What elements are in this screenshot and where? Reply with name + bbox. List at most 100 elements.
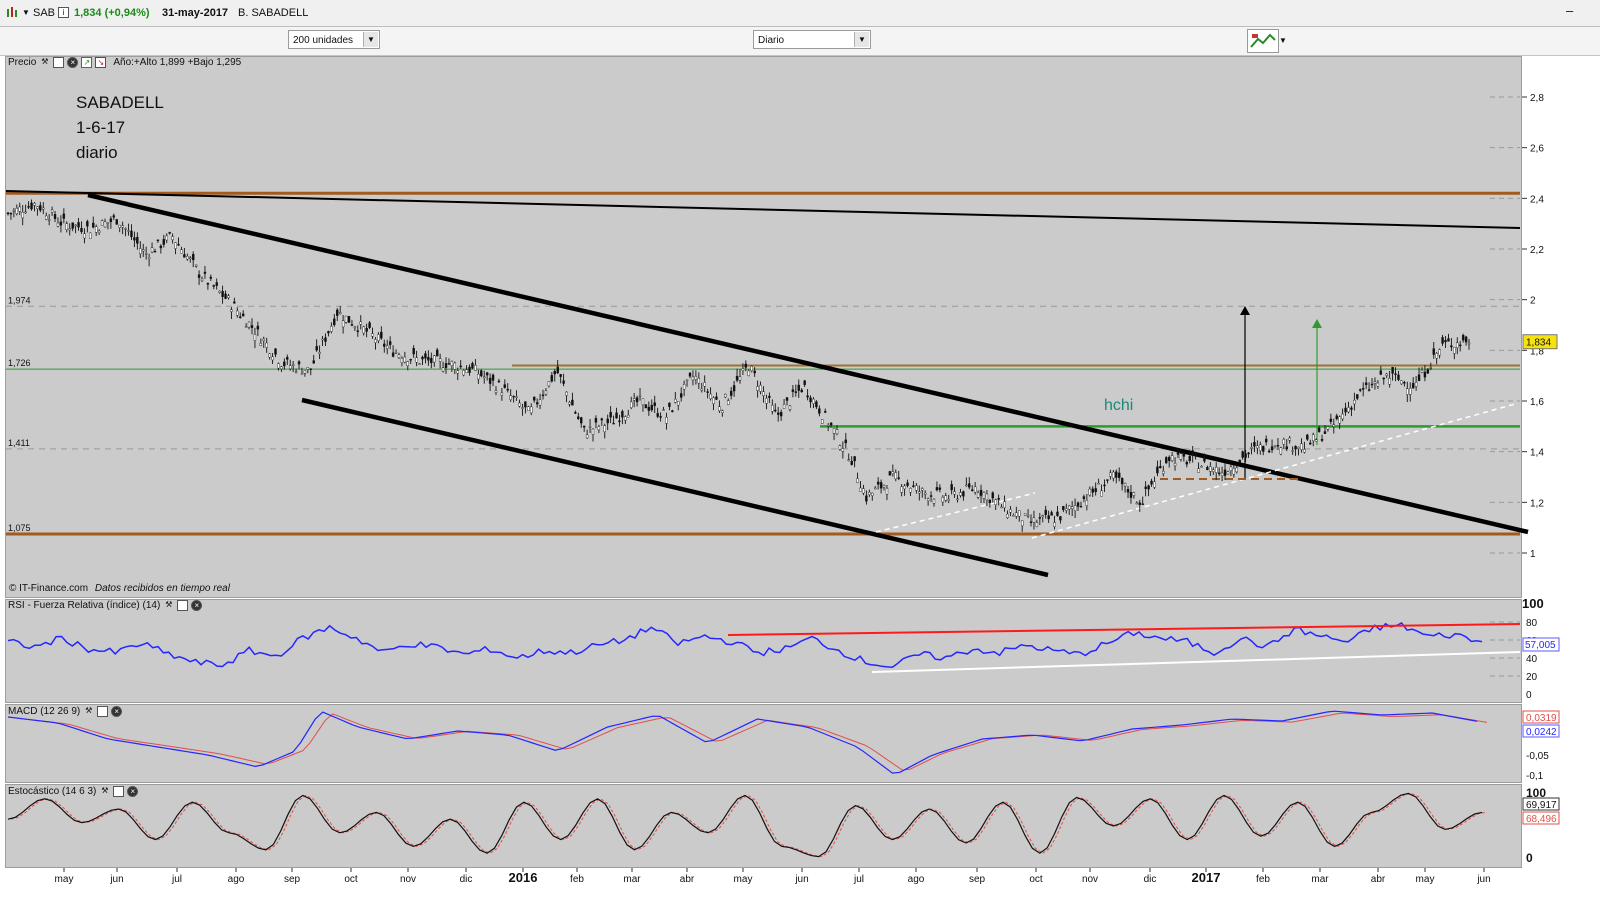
candle [227, 295, 230, 299]
candle [303, 370, 307, 374]
candle [221, 291, 224, 297]
candle [433, 355, 436, 363]
candle [1144, 486, 1147, 489]
candle [603, 425, 606, 433]
candle [1438, 349, 1441, 356]
candle [1053, 522, 1056, 527]
candle [1303, 449, 1306, 453]
candle [882, 485, 886, 488]
candle [506, 388, 509, 391]
candle [909, 488, 912, 493]
candle [1200, 465, 1203, 468]
candle [1217, 472, 1221, 475]
candle [409, 359, 412, 361]
x-tick-label: dic [460, 874, 473, 885]
candle [1026, 514, 1030, 517]
candle [1347, 407, 1350, 413]
candle [1194, 453, 1197, 457]
candle [394, 351, 398, 354]
candle [803, 380, 806, 385]
candle [821, 419, 824, 424]
candle [180, 249, 183, 254]
candle [444, 363, 448, 368]
candle [1273, 445, 1277, 448]
candle [280, 366, 283, 370]
candle [1329, 418, 1333, 422]
candle [509, 395, 512, 400]
candle [1020, 520, 1024, 527]
candle [1182, 453, 1186, 457]
candle [1065, 508, 1068, 511]
candle [215, 282, 218, 286]
candle [956, 498, 959, 501]
candle [900, 486, 903, 493]
candle [674, 398, 677, 403]
candle [856, 478, 859, 483]
candle [1279, 447, 1283, 455]
candle [241, 313, 245, 317]
candle [1423, 371, 1427, 378]
x-tick-label: mar [623, 874, 641, 885]
candle [894, 472, 897, 480]
candle [1461, 335, 1465, 341]
candle [915, 485, 918, 491]
candle [1141, 503, 1144, 505]
candle [247, 321, 251, 328]
candle [1117, 472, 1121, 478]
candle [1212, 469, 1215, 472]
candle [732, 385, 736, 392]
candle [350, 324, 354, 326]
candle [118, 224, 121, 228]
y-tick-label: 2 [1530, 296, 1536, 307]
candle [815, 401, 818, 408]
candle [86, 221, 89, 227]
candle [15, 208, 19, 214]
macd-tick-label: -0,1 [1526, 771, 1544, 782]
candle [1223, 469, 1227, 476]
candle [1426, 369, 1430, 374]
candle [1173, 463, 1177, 467]
y-tick-label: 2,2 [1530, 245, 1544, 256]
candle [1018, 510, 1021, 517]
candle [518, 402, 521, 407]
candle [83, 233, 86, 239]
candle [474, 365, 477, 371]
candle [1047, 515, 1050, 520]
candle [706, 391, 709, 393]
candle [47, 219, 51, 221]
candle [1323, 431, 1327, 434]
y-tick-label: 1,2 [1530, 498, 1544, 509]
candle [1100, 490, 1103, 497]
candle [485, 372, 489, 376]
candle [491, 374, 495, 381]
candle [1247, 452, 1250, 455]
candle [662, 409, 665, 411]
candle [218, 290, 221, 293]
candle [150, 247, 154, 253]
candle [18, 206, 21, 212]
candle [515, 396, 518, 398]
candle [1041, 515, 1044, 518]
candle [744, 363, 748, 368]
candle [471, 363, 474, 369]
candle [824, 411, 827, 413]
candle [774, 409, 777, 412]
candle [1241, 451, 1244, 458]
candle [594, 418, 598, 423]
candle [844, 439, 848, 444]
y-tick-label: 1,4 [1530, 448, 1544, 459]
candle [136, 236, 139, 244]
candle [800, 389, 803, 393]
candle [1376, 382, 1380, 387]
candle [488, 377, 492, 384]
candle [1106, 479, 1109, 481]
candle [1097, 482, 1100, 485]
candle [59, 221, 63, 226]
candle [1232, 468, 1236, 475]
candle [1394, 373, 1397, 375]
candle [923, 492, 927, 495]
candle [712, 397, 715, 405]
candle [724, 394, 727, 398]
candle [612, 422, 615, 425]
candle [374, 339, 377, 343]
